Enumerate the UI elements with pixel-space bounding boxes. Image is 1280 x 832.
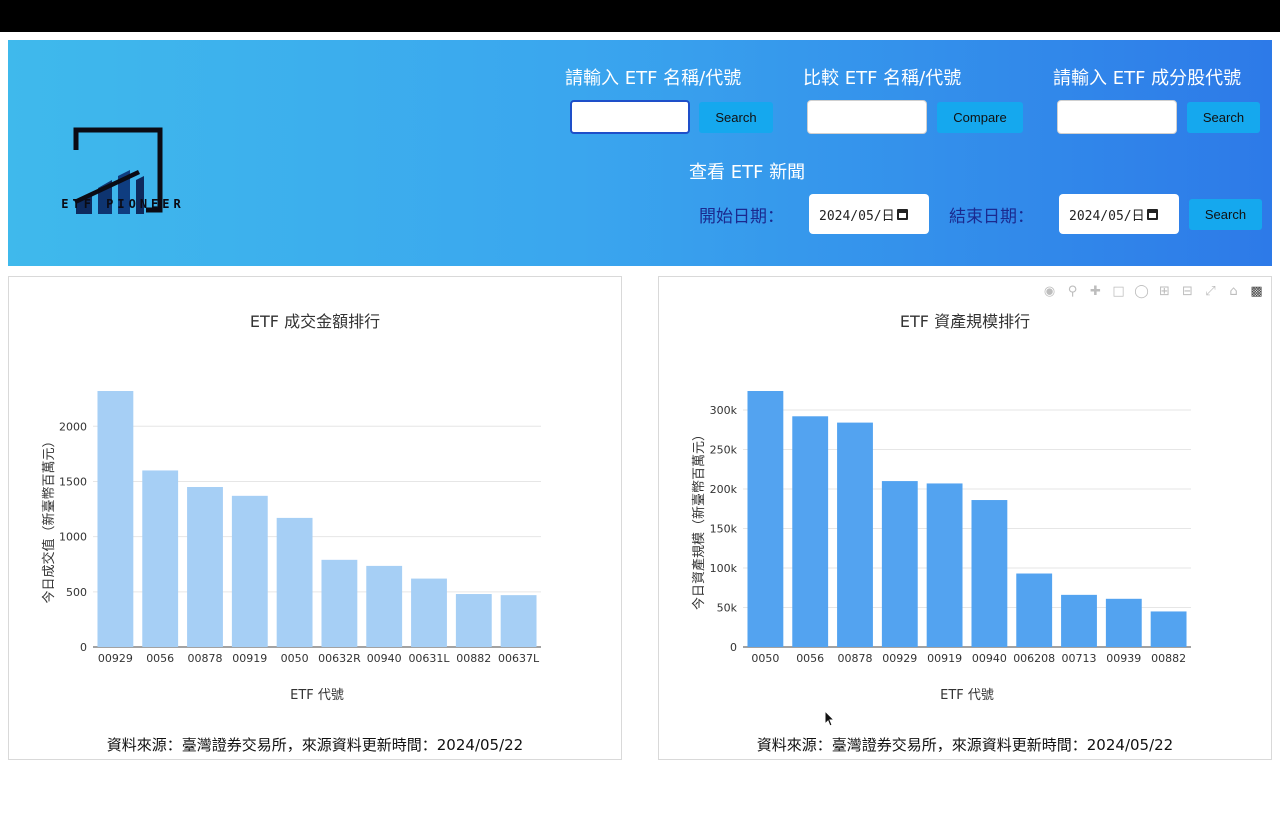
zoom-out-icon[interactable]: ⊟	[1179, 283, 1196, 300]
trading-value-bar-chart: ETF 成交金額排行 0 500 1000 1500 2000 00929 0056 00878…	[41, 312, 541, 703]
x-tick-label: 00940	[972, 652, 1007, 665]
bar	[321, 559, 358, 647]
y-axis-title: 今日資產規模（新臺幣百萬元）	[691, 428, 707, 610]
bar	[500, 595, 537, 647]
compare-etf-input[interactable]	[807, 100, 927, 134]
y-tick-label: 0	[730, 641, 737, 654]
y-tick-label: 50k	[717, 601, 738, 614]
bar	[411, 578, 447, 647]
bar	[971, 500, 1008, 647]
x-tick-label: 00713	[1062, 652, 1097, 665]
x-tick-label: 00878	[838, 652, 873, 665]
news-search-button[interactable]: Search	[1189, 199, 1262, 230]
y-tick-label: 500	[66, 586, 87, 599]
chart-title: ETF 資產規模排行	[900, 312, 1030, 331]
y-tick-label: 150k	[710, 522, 738, 535]
zoom-icon[interactable]: ⚲	[1064, 283, 1081, 300]
bar	[1016, 573, 1053, 647]
x-tick-label: 00940	[367, 652, 402, 665]
bar	[1150, 611, 1187, 647]
etf-news-label: 查看 ETF 新聞	[689, 162, 806, 183]
compare-button[interactable]: Compare	[937, 102, 1023, 133]
x-tick-label: 00939	[1106, 652, 1141, 665]
x-axis-title: ETF 代號	[290, 688, 344, 703]
x-tick-label: 0050	[281, 652, 309, 665]
x-tick-label: 00882	[456, 652, 491, 665]
bar	[366, 565, 403, 647]
component-search-button[interactable]: Search	[1187, 102, 1260, 133]
chart-title: ETF 成交金額排行	[250, 312, 380, 331]
logo-text: ETF PIONEER	[61, 197, 185, 211]
asset-size-chart-panel: ETF 資產規模排行 0 50k 100k 150k 200k 250k 300k 0050 00…	[658, 276, 1272, 760]
end-date-input[interactable]: 2024/05/日	[1059, 194, 1179, 234]
start-date-input[interactable]: 2024/05/日	[809, 194, 929, 234]
x-tick-label: 00919	[232, 652, 267, 665]
start-date-label: 開始日期：	[699, 207, 784, 227]
data-source-note: 資料來源：臺灣證券交易所，來源資料更新時間：2024/05/22	[756, 736, 1174, 754]
bar	[926, 483, 963, 647]
bar	[455, 594, 492, 647]
autoscale-icon[interactable]: ⤢	[1202, 283, 1219, 300]
search-etf-label: 請輸入 ETF 名稱/代號	[565, 68, 742, 89]
y-axis-title: 今日成交值（新臺幣百萬元）	[41, 434, 57, 603]
x-tick-label: 0056	[146, 652, 174, 665]
x-tick-label: 00631L	[408, 652, 450, 665]
x-tick-label: 00878	[188, 652, 223, 665]
x-tick-label: 00929	[882, 652, 917, 665]
y-tick-label: 200k	[710, 483, 738, 496]
bar	[747, 391, 784, 647]
y-tick-label: 300k	[710, 404, 738, 417]
plotly-logo-icon[interactable]: ▩	[1248, 283, 1265, 300]
end-date-label: 結束日期：	[949, 207, 1034, 227]
bar	[187, 487, 223, 647]
x-axis-title: ETF 代號	[940, 688, 994, 703]
x-tick-label: 006208	[1013, 652, 1055, 665]
end-date-value: 2024/05/日	[1069, 208, 1145, 224]
zoom-in-icon[interactable]: ⊞	[1156, 283, 1173, 300]
camera-icon[interactable]: ◉	[1041, 283, 1058, 300]
bar	[1061, 594, 1097, 647]
bar	[837, 422, 873, 647]
x-tick-label: 00637L	[498, 652, 540, 665]
bar	[276, 517, 313, 647]
component-stock-input[interactable]	[1057, 100, 1177, 134]
y-tick-label: 1500	[59, 475, 87, 488]
compare-etf-label: 比較 ETF 名稱/代號	[803, 68, 962, 89]
trading-value-chart-panel: ETF 成交金額排行 0 500 1000 1500 2000 00929 0056 00878…	[8, 276, 622, 760]
x-tick-label: 0050	[751, 652, 779, 665]
bar	[231, 495, 268, 647]
x-tick-label: 0056	[796, 652, 824, 665]
y-tick-label: 100k	[710, 562, 738, 575]
data-source-note: 資料來源：臺灣證券交易所，來源資料更新時間：2024/05/22	[106, 736, 524, 754]
calendar-icon[interactable]	[1146, 208, 1158, 220]
search-etf-button[interactable]: Search	[699, 102, 773, 133]
component-stock-label: 請輸入 ETF 成分股代號	[1053, 68, 1242, 89]
y-tick-label: 0	[80, 641, 87, 654]
x-tick-label: 00929	[98, 652, 133, 665]
y-tick-label: 2000	[59, 420, 87, 433]
bar	[97, 391, 134, 647]
box-select-icon[interactable]: □	[1110, 283, 1127, 300]
start-date-value: 2024/05/日	[819, 208, 895, 224]
lasso-icon[interactable]: ◯	[1133, 283, 1150, 300]
x-tick-label: 00882	[1151, 652, 1186, 665]
bar	[792, 416, 829, 647]
x-tick-label: 00632R	[318, 652, 361, 665]
pan-icon[interactable]: ✚	[1087, 283, 1104, 300]
browser-top-bar	[0, 0, 1280, 32]
bar	[142, 470, 179, 647]
x-tick-label: 00919	[927, 652, 962, 665]
bar	[881, 481, 918, 647]
site-header: ETF PIONEER 請輸入 ETF 名稱/代號 Search 比較 ETF …	[8, 40, 1272, 266]
mouse-cursor-icon	[824, 710, 836, 727]
bar	[1105, 598, 1142, 647]
reset-axes-icon[interactable]: ⌂	[1225, 283, 1242, 300]
calendar-icon[interactable]	[896, 208, 908, 220]
y-tick-label: 1000	[59, 531, 87, 544]
chart-modebar: ◉ ⚲ ✚ □ ◯ ⊞ ⊟ ⤢ ⌂ ▩	[1041, 281, 1265, 301]
y-tick-label: 250k	[710, 443, 738, 456]
search-etf-input[interactable]	[570, 100, 690, 134]
asset-size-bar-chart: ETF 資產規模排行 0 50k 100k 150k 200k 250k 300k 0050 00…	[691, 312, 1191, 703]
